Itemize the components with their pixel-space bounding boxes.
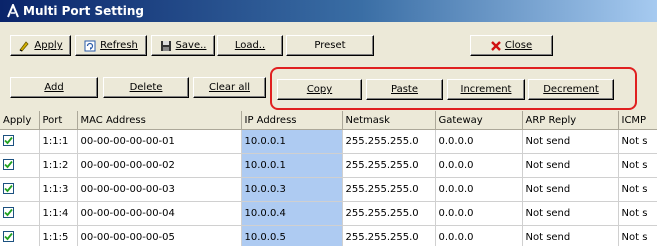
preset-button[interactable]: Preset (286, 35, 374, 56)
ip-cell[interactable]: 10.0.0.1 (241, 129, 343, 154)
mac-cell[interactable]: 00-00-00-00-00-04 (77, 201, 242, 226)
apply-cell[interactable] (0, 129, 40, 154)
save-label: Save.. (175, 40, 207, 51)
multi-port-setting-window: Multi Port Setting Apply Refresh Save.. … (0, 0, 657, 246)
port-cell[interactable]: 1:1:3 (39, 177, 78, 202)
icmp-cell[interactable]: Not s (618, 201, 657, 226)
ip-cell[interactable]: 10.0.0.3 (241, 177, 343, 202)
port-settings-table: Apply Port MAC Address IP Address Netmas… (0, 111, 657, 246)
arp-reply-cell[interactable]: Not send (522, 153, 619, 178)
column-header-gateway[interactable]: Gateway (435, 111, 523, 130)
ip-cell[interactable]: 10.0.0.5 (241, 225, 343, 246)
increment-button[interactable]: Increment (447, 79, 525, 100)
refresh-label: Refresh (100, 40, 138, 51)
window-title: Multi Port Setting (23, 4, 144, 18)
icmp-cell[interactable]: Not s (618, 177, 657, 202)
netmask-cell[interactable]: 255.255.255.0 (342, 225, 436, 246)
refresh-icon (84, 40, 96, 52)
increment-label: Increment (460, 84, 512, 95)
apply-icon (18, 40, 30, 52)
column-header-mac[interactable]: MAC Address (77, 111, 242, 130)
mac-cell[interactable]: 00-00-00-00-00-03 (77, 177, 242, 202)
table-row[interactable]: 1:1:5 00-00-00-00-00-05 10.0.0.5 255.255… (0, 225, 657, 246)
apply-checkbox[interactable] (3, 183, 14, 194)
port-cell[interactable]: 1:1:4 (39, 201, 78, 226)
close-label: Close (504, 40, 533, 51)
clear-all-button[interactable]: Clear all (193, 77, 266, 98)
apply-cell[interactable] (0, 153, 40, 178)
icmp-cell[interactable]: Not s (618, 153, 657, 178)
load-label: Load.. (234, 40, 266, 51)
arp-reply-cell[interactable]: Not send (522, 129, 619, 154)
mac-cell[interactable]: 00-00-00-00-00-02 (77, 153, 242, 178)
gateway-cell[interactable]: 0.0.0.0 (435, 177, 523, 202)
mac-cell[interactable]: 00-00-00-00-00-05 (77, 225, 242, 246)
load-button[interactable]: Load.. (217, 35, 283, 56)
apply-label: Apply (34, 40, 63, 51)
column-header-apply[interactable]: Apply (0, 111, 40, 130)
gateway-cell[interactable]: 0.0.0.0 (435, 201, 523, 226)
preset-label: Preset (314, 40, 346, 51)
netmask-cell[interactable]: 255.255.255.0 (342, 153, 436, 178)
apply-checkbox[interactable] (3, 207, 14, 218)
port-cell[interactable]: 1:1:5 (39, 225, 78, 246)
clear-all-label: Clear all (208, 82, 250, 93)
port-settings-grid[interactable]: Apply Port MAC Address IP Address Netmas… (0, 111, 657, 246)
netmask-cell[interactable]: 255.255.255.0 (342, 129, 436, 154)
apply-checkbox[interactable] (3, 159, 14, 170)
app-logo-icon (6, 2, 20, 18)
refresh-button[interactable]: Refresh (75, 35, 147, 56)
delete-label: Delete (129, 82, 163, 93)
header-row: Apply Port MAC Address IP Address Netmas… (0, 111, 657, 130)
decrement-label: Decrement (543, 84, 599, 95)
port-cell[interactable]: 1:1:1 (39, 129, 78, 154)
column-header-icmp[interactable]: ICMP (618, 111, 657, 130)
ip-cell[interactable]: 10.0.0.1 (241, 153, 343, 178)
gateway-cell[interactable]: 0.0.0.0 (435, 153, 523, 178)
arp-reply-cell[interactable]: Not send (522, 177, 619, 202)
ip-cell[interactable]: 10.0.0.4 (241, 201, 343, 226)
apply-checkbox[interactable] (3, 135, 14, 146)
arp-reply-cell[interactable]: Not send (522, 225, 619, 246)
copy-button[interactable]: Copy (277, 79, 362, 100)
apply-checkbox[interactable] (3, 231, 14, 242)
icmp-cell[interactable]: Not s (618, 225, 657, 246)
netmask-cell[interactable]: 255.255.255.0 (342, 201, 436, 226)
gateway-cell[interactable]: 0.0.0.0 (435, 129, 523, 154)
table-row[interactable]: 1:1:2 00-00-00-00-00-02 10.0.0.1 255.255… (0, 153, 657, 178)
copy-label: Copy (306, 84, 333, 95)
delete-button[interactable]: Delete (103, 77, 189, 98)
table-row[interactable]: 1:1:1 00-00-00-00-00-01 10.0.0.1 255.255… (0, 129, 657, 154)
netmask-cell[interactable]: 255.255.255.0 (342, 177, 436, 202)
apply-cell[interactable] (0, 177, 40, 202)
table-row[interactable]: 1:1:4 00-00-00-00-00-04 10.0.0.4 255.255… (0, 201, 657, 226)
close-icon (491, 40, 501, 51)
column-header-netmask[interactable]: Netmask (342, 111, 436, 130)
mac-cell[interactable]: 00-00-00-00-00-01 (77, 129, 242, 154)
paste-button[interactable]: Paste (366, 79, 443, 100)
arp-reply-cell[interactable]: Not send (522, 201, 619, 226)
column-header-ip[interactable]: IP Address (241, 111, 343, 130)
gateway-cell[interactable]: 0.0.0.0 (435, 225, 523, 246)
apply-button[interactable]: Apply (10, 35, 71, 56)
apply-cell[interactable] (0, 225, 40, 246)
decrement-button[interactable]: Decrement (528, 79, 614, 100)
column-header-port[interactable]: Port (39, 111, 78, 130)
add-button[interactable]: Add (10, 77, 98, 98)
apply-cell[interactable] (0, 201, 40, 226)
title-bar[interactable]: Multi Port Setting (0, 0, 657, 22)
close-button[interactable]: Close (470, 35, 553, 56)
table-row[interactable]: 1:1:3 00-00-00-00-00-03 10.0.0.3 255.255… (0, 177, 657, 202)
paste-label: Paste (391, 84, 418, 95)
port-cell[interactable]: 1:1:2 (39, 153, 78, 178)
floppy-disk-icon (160, 40, 172, 52)
save-button[interactable]: Save.. (151, 35, 215, 56)
add-label: Add (44, 82, 64, 93)
column-header-arp-reply[interactable]: ARP Reply (522, 111, 619, 130)
icmp-cell[interactable]: Not s (618, 129, 657, 154)
